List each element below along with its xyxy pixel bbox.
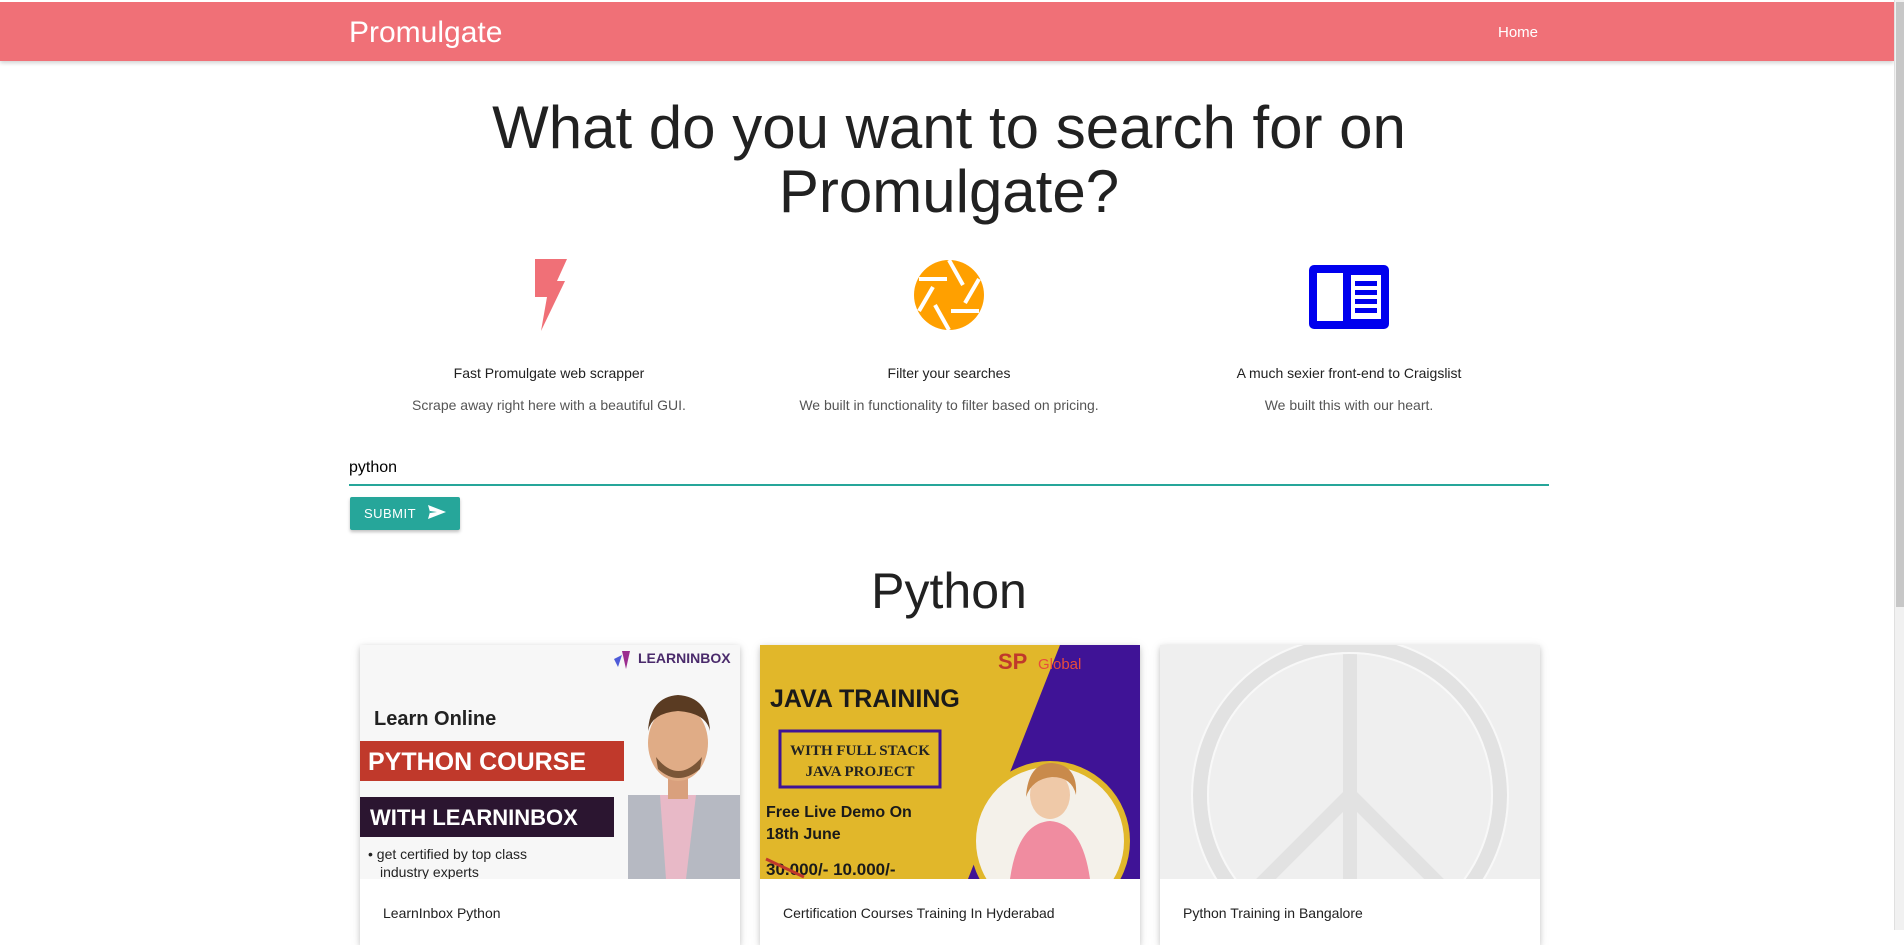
send-icon — [428, 505, 447, 522]
card-image[interactable]: SP Global JAVA TRAINING WITH FULL STACK … — [760, 645, 1140, 879]
card-title[interactable]: Python Training in Bangalore — [1183, 905, 1363, 921]
card-image-line4: • get certified by top class — [368, 846, 527, 862]
card-image-box-line1: WITH FULL STACK — [790, 743, 930, 759]
result-card[interactable]: Python Training in Bangalore — [1160, 645, 1540, 945]
card-image-line5: industry experts — [380, 864, 479, 879]
feature-title: Fast Promulgate web scrapper — [453, 365, 645, 381]
feature-title: A much sexier front-end to Craigslist — [1236, 365, 1462, 381]
brand-logo-link[interactable]: Promulgate — [349, 16, 502, 50]
card-image-line3: WITH LEARNINBOX — [370, 805, 578, 830]
page-scrollbar[interactable] — [1894, 0, 1904, 930]
card-image-demo-line1: Free Live Demo On — [766, 804, 912, 821]
top-navbar: Promulgate Home — [0, 0, 1894, 61]
card-image-logo: SP — [998, 649, 1027, 674]
submit-button-label: SUBMIT — [363, 506, 417, 521]
feature-fast-scraper: Fast Promulgate web scrapper Scrape away… — [349, 255, 749, 413]
submit-button[interactable]: SUBMIT — [350, 497, 460, 530]
card-title[interactable]: Certification Courses Training In Hydera… — [783, 905, 1055, 921]
card-image-logo: LEARNINBOX — [638, 650, 731, 666]
card-image-box-line2: JAVA PROJECT — [805, 764, 914, 780]
card-image-logo-suffix: Global — [1038, 656, 1081, 673]
card-title[interactable]: LearnInbox Python — [383, 905, 501, 921]
result-card[interactable]: SP Global JAVA TRAINING WITH FULL STACK … — [760, 645, 1140, 945]
feature-subtitle: We built in functionality to filter base… — [799, 397, 1099, 413]
lightning-icon — [349, 255, 749, 331]
feature-title: Filter your searches — [887, 365, 1011, 381]
feature-subtitle: We built this with our heart. — [1264, 397, 1434, 413]
results-heading: Python — [871, 563, 1027, 619]
feature-subtitle: Scrape away right here with a beautiful … — [412, 397, 686, 413]
peace-sign-placeholder-icon[interactable] — [1160, 645, 1540, 879]
feature-craigslist-frontend: A much sexier front-end to Craigslist We… — [1149, 255, 1549, 413]
scrollbar-thumb[interactable] — [1896, 2, 1904, 607]
card-image[interactable]: LEARNINBOX Learn Online PYTHON COURSE WI… — [360, 645, 740, 879]
card-image-line1: Learn Online — [374, 708, 496, 730]
nav-home-link[interactable]: Home — [1498, 24, 1538, 41]
card-image-line2: PYTHON COURSE — [368, 748, 586, 776]
article-icon — [1149, 255, 1549, 331]
hero-title: What do you want to search for on Promul… — [492, 94, 1406, 225]
card-image-demo-line2: 18th June — [766, 826, 841, 843]
result-card[interactable]: LEARNINBOX Learn Online PYTHON COURSE WI… — [360, 645, 740, 945]
card-image-headline: JAVA TRAINING — [770, 685, 960, 713]
feature-filter-searches: Filter your searches We built in functio… — [749, 255, 1149, 413]
camera-aperture-icon — [749, 255, 1149, 331]
search-input[interactable] — [349, 452, 1549, 486]
